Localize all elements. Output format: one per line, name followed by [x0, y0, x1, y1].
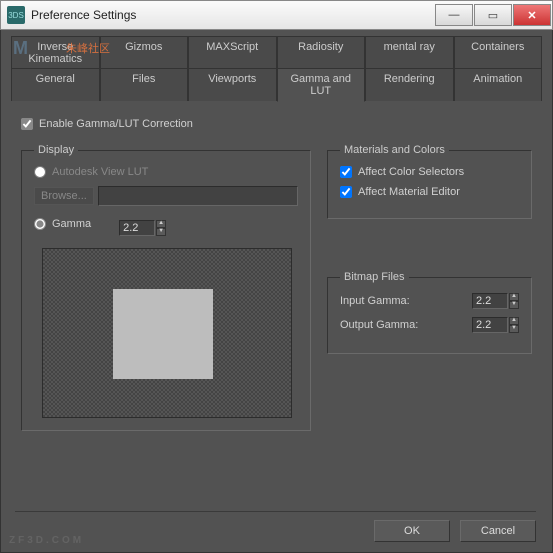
tab-rendering[interactable]: Rendering — [365, 68, 454, 101]
autodesk-lut-input[interactable] — [34, 166, 46, 178]
window-title: Preference Settings — [31, 8, 136, 22]
tab-maxscript[interactable]: MAXScript — [188, 36, 277, 69]
display-fieldset: Display Autodesk View LUT Browse... Gamm… — [21, 144, 311, 431]
tab-containers[interactable]: Containers — [454, 36, 543, 69]
watermark-logo: M — [13, 38, 29, 59]
tab-mental-ray[interactable]: mental ray — [365, 36, 454, 69]
output-gamma-input[interactable] — [472, 317, 508, 333]
browse-button[interactable]: Browse... — [34, 187, 94, 205]
enable-gamma-checkbox[interactable]: Enable Gamma/LUT Correction — [21, 118, 193, 130]
affect-material-editor-label: Affect Material Editor — [358, 186, 460, 198]
footer: OK Cancel — [15, 511, 536, 542]
spin-up-icon[interactable]: ▲ — [509, 293, 519, 301]
input-gamma-input[interactable] — [472, 293, 508, 309]
materials-legend: Materials and Colors — [340, 144, 449, 156]
display-legend: Display — [34, 144, 78, 156]
spin-up-icon[interactable]: ▲ — [156, 220, 166, 228]
ok-button[interactable]: OK — [374, 520, 450, 542]
spin-down-icon[interactable]: ▼ — [156, 228, 166, 236]
affect-color-selectors-input[interactable] — [340, 166, 352, 178]
materials-fieldset: Materials and Colors Affect Color Select… — [327, 144, 532, 219]
display-gamma-spinner[interactable]: ▲▼ — [119, 220, 166, 236]
input-gamma-spinner[interactable]: ▲▼ — [472, 293, 519, 309]
spin-down-icon[interactable]: ▼ — [509, 301, 519, 309]
minimize-button[interactable]: — — [435, 4, 473, 26]
gamma-radio-input[interactable] — [34, 218, 46, 230]
gamma-swatch — [113, 289, 213, 379]
input-gamma-label: Input Gamma: — [340, 295, 410, 307]
output-gamma-spinner[interactable]: ▲▼ — [472, 317, 519, 333]
lut-path-input[interactable] — [98, 186, 298, 206]
affect-color-selectors-label: Affect Color Selectors — [358, 166, 464, 178]
window-body: M 朱峰社区 ZF3D.COM Inverse KinematicsGizmos… — [0, 30, 553, 553]
enable-gamma-label: Enable Gamma/LUT Correction — [39, 118, 193, 130]
tab-animation[interactable]: Animation — [454, 68, 543, 101]
bitmap-legend: Bitmap Files — [340, 271, 409, 283]
affect-material-editor[interactable]: Affect Material Editor — [340, 186, 519, 198]
title-bar: 3DS Preference Settings — ▭ ✕ — [0, 0, 553, 30]
tab-general[interactable]: General — [11, 68, 100, 101]
cancel-button[interactable]: Cancel — [460, 520, 536, 542]
autodesk-lut-label: Autodesk View LUT — [52, 166, 148, 178]
autodesk-lut-radio[interactable]: Autodesk View LUT — [34, 166, 298, 178]
bitmap-fieldset: Bitmap Files Input Gamma: ▲▼ Output Gamm… — [327, 271, 532, 354]
tab-radiosity[interactable]: Radiosity — [277, 36, 366, 69]
tab-files[interactable]: Files — [100, 68, 189, 101]
affect-color-selectors[interactable]: Affect Color Selectors — [340, 166, 519, 178]
tab-viewports[interactable]: Viewports — [188, 68, 277, 101]
tab-gamma-and-lut[interactable]: Gamma and LUT — [277, 68, 366, 102]
maximize-button[interactable]: ▭ — [474, 4, 512, 26]
watermark-footer: ZF3D.COM — [9, 535, 84, 546]
spin-down-icon[interactable]: ▼ — [509, 325, 519, 333]
gamma-radio[interactable]: Gamma — [34, 218, 91, 230]
display-gamma-input[interactable] — [119, 220, 155, 236]
spin-up-icon[interactable]: ▲ — [509, 317, 519, 325]
affect-material-editor-input[interactable] — [340, 186, 352, 198]
gamma-radio-label: Gamma — [52, 218, 91, 230]
app-icon: 3DS — [7, 6, 25, 24]
enable-gamma-input[interactable] — [21, 118, 33, 130]
gamma-preview — [42, 248, 292, 418]
tab-gizmos[interactable]: Gizmos — [100, 36, 189, 69]
output-gamma-label: Output Gamma: — [340, 319, 418, 331]
watermark-text: 朱峰社区 — [66, 40, 110, 56]
close-button[interactable]: ✕ — [513, 4, 551, 26]
